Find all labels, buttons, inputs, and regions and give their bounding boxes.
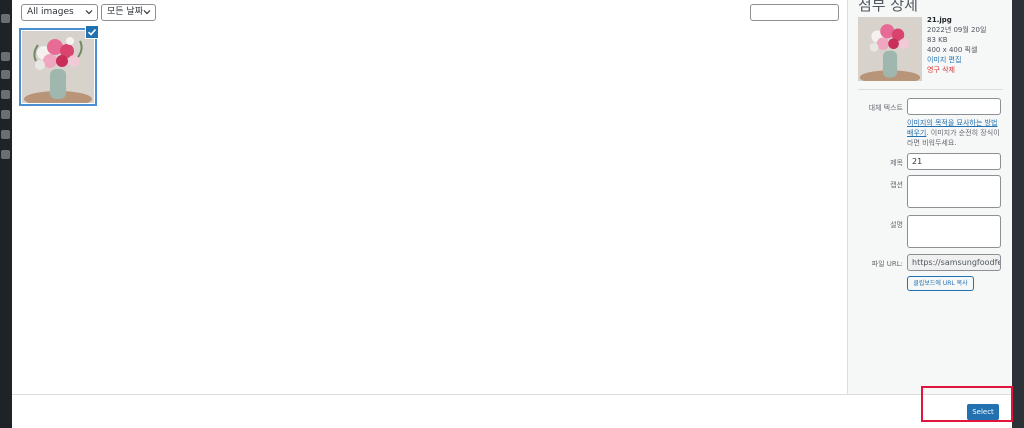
alt-text-field[interactable] <box>907 98 1001 115</box>
caption-label: 캡션 <box>890 181 903 189</box>
title-label: 제목 <box>890 159 903 167</box>
flower-image <box>22 31 94 103</box>
date-filter-value: 모든 날짜 <box>107 7 143 17</box>
chevron-down-icon <box>143 10 151 15</box>
appearance-icon[interactable] <box>1 90 10 99</box>
dashboard-icon[interactable] <box>1 14 10 23</box>
media-search-input[interactable] <box>750 4 839 21</box>
attachment-details-sidebar: 첨부 상세 21.jpg 2022년 09월 20일 83 KB 400 x 4… <box>847 0 1012 394</box>
file-url-label: 파일 URL: <box>871 260 903 268</box>
posts-icon[interactable] <box>1 52 10 61</box>
comments-icon[interactable] <box>1 70 10 79</box>
settings-icon[interactable] <box>1 150 10 159</box>
date-filter[interactable]: 모든 날짜 <box>101 4 156 21</box>
upload-date: 2022년 09월 20일 <box>927 26 987 34</box>
copy-url-button[interactable]: 클립보드에 URL 복사 <box>907 276 974 291</box>
alt-text-help: 이미지의 목적을 묘사하는 방법 배우기. 이미지가 순전히 장식이라면 비워두… <box>907 118 1003 148</box>
media-type-filter[interactable]: All images <box>21 4 98 21</box>
description-label: 설명 <box>890 221 903 229</box>
delete-permanently-link[interactable]: 영구 삭제 <box>927 65 986 75</box>
admin-sidebar <box>0 0 12 428</box>
details-title: 첨부 상세 <box>858 0 918 14</box>
media-modal: All images 모든 날짜 첨부 상세 21.jpg 2022년 09월 … <box>12 0 1013 428</box>
image-dimensions: 400 x 400 픽셀 <box>927 46 978 54</box>
highlight-box <box>921 386 1013 422</box>
divider <box>858 89 1003 90</box>
file-url-field[interactable]: https://samsungfoodfesta.c <box>907 254 1001 271</box>
description-field[interactable] <box>907 215 1001 248</box>
caption-field[interactable] <box>907 175 1001 208</box>
selected-check-icon[interactable] <box>85 25 99 39</box>
media-footer <box>12 394 1012 428</box>
edit-image-link[interactable]: 이미지 편집 <box>927 55 986 65</box>
chevron-down-icon <box>85 10 93 15</box>
alt-text-label: 대체 텍스트 <box>868 104 903 112</box>
media-toolbar: All images 모든 날짜 <box>12 0 847 28</box>
file-size: 83 KB <box>927 36 948 44</box>
plugins-icon[interactable] <box>1 110 10 119</box>
media-type-filter-value: All images <box>27 7 74 17</box>
file-name: 21.jpg <box>927 16 952 24</box>
file-meta: 21.jpg 2022년 09월 20일 83 KB 400 x 400 픽셀 … <box>927 15 986 75</box>
title-field[interactable]: 21 <box>907 153 1001 170</box>
details-thumbnail <box>858 17 922 81</box>
page-backdrop <box>1012 0 1024 428</box>
users-icon[interactable] <box>1 130 10 139</box>
